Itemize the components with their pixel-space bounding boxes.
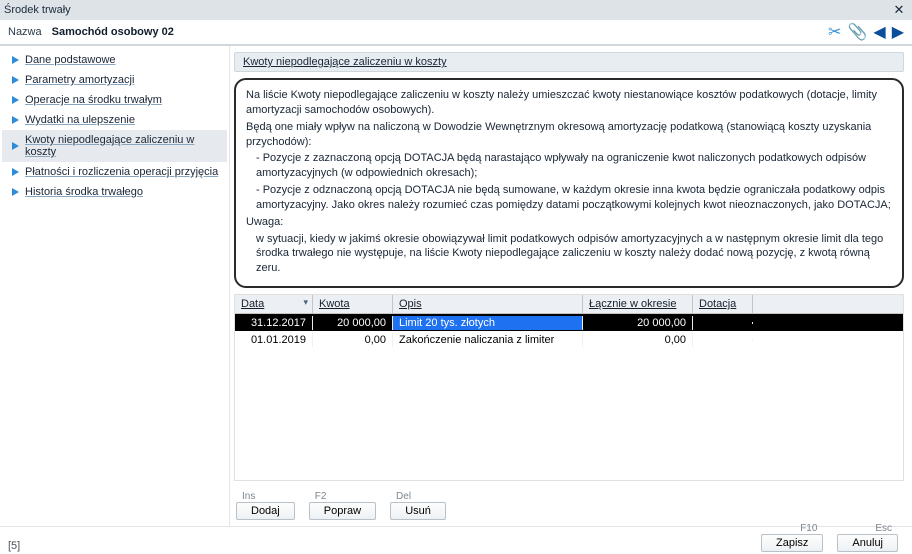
shortcut-esc: Esc: [837, 523, 898, 534]
help-p3: w sytuacji, kiedy w jakimś okresie obowi…: [246, 232, 892, 277]
col-dotacja[interactable]: Dotacja: [693, 295, 753, 313]
sidebar-item-label: Płatności i rozliczenia operacji przyjęc…: [25, 166, 218, 178]
help-b1: - Pozycje z zaznaczoną opcją DOTACJA będ…: [246, 151, 892, 181]
sidebar-item-label: Dane podstawowe: [25, 54, 116, 66]
sidebar-item-historia[interactable]: Historia środka trwałego: [2, 182, 227, 202]
footer: [5] F10 Zapisz Esc Anuluj: [0, 526, 912, 554]
sidebar-item-label: Parametry amortyzacji: [25, 74, 134, 86]
cell-lacznie: 0,00: [583, 333, 693, 347]
shortcut-del: Del: [390, 491, 411, 502]
window-title: Środek trwały: [4, 4, 71, 16]
prev-icon[interactable]: ◀: [873, 22, 885, 42]
sidebar: Dane podstawowe Parametry amortyzacji Op…: [0, 46, 230, 526]
help-box: Na liście Kwoty niepodlegające zaliczeni…: [234, 78, 904, 288]
shortcut-f2: F2: [309, 491, 327, 502]
scissors-icon[interactable]: ✂: [828, 22, 841, 42]
help-p1: Na liście Kwoty niepodlegające zaliczeni…: [246, 88, 892, 118]
cell-opis: Zakończenie naliczania z limiter: [393, 333, 583, 347]
panel-title: Kwoty niepodlegające zaliczeniu w koszty: [234, 52, 904, 72]
save-button[interactable]: Zapisz: [761, 534, 823, 552]
titlebar: Środek trwały ✕: [0, 0, 912, 20]
name-value: Samochód osobowy 02: [52, 26, 174, 38]
delete-button[interactable]: Usuń: [390, 502, 446, 520]
sidebar-item-parametry-amortyzacji[interactable]: Parametry amortyzacji: [2, 70, 227, 90]
chevron-icon: [12, 56, 19, 64]
col-kwota[interactable]: Kwota: [313, 295, 393, 313]
cell-dotacja: [693, 322, 753, 324]
chevron-icon: [12, 188, 19, 196]
help-uwaga: Uwaga:: [246, 215, 892, 230]
col-data[interactable]: Data: [235, 295, 313, 313]
chevron-icon: [12, 142, 19, 150]
cell-data: 01.01.2019: [235, 333, 313, 347]
name-label: Nazwa: [8, 26, 42, 38]
cancel-button[interactable]: Anuluj: [837, 534, 898, 552]
cell-dotacja: [693, 339, 753, 341]
sidebar-item-label: Wydatki na ulepszenie: [25, 114, 135, 126]
chevron-icon: [12, 96, 19, 104]
shortcut-f10: F10: [761, 523, 823, 534]
edit-button[interactable]: Popraw: [309, 502, 376, 520]
sidebar-item-platnosci[interactable]: Płatności i rozliczenia operacji przyjęc…: [2, 162, 227, 182]
grid-actions: Ins Dodaj F2 Popraw Del Usuń: [234, 487, 904, 522]
main-panel: Kwoty niepodlegające zaliczeniu w koszty…: [230, 46, 912, 526]
paperclip-icon[interactable]: 📎: [847, 22, 867, 42]
close-icon[interactable]: ✕: [890, 1, 908, 19]
footer-counter: [5]: [8, 540, 20, 552]
cell-data: 31.12.2017: [235, 316, 313, 330]
sidebar-item-label: Kwoty niepodlegające zaliczeniu w koszty: [25, 134, 221, 158]
table-row[interactable]: 31.12.2017 20 000,00 Limit 20 tys. złoty…: [235, 314, 903, 331]
sidebar-item-kwoty[interactable]: Kwoty niepodlegające zaliczeniu w koszty: [2, 130, 227, 162]
cell-kwota: 0,00: [313, 333, 393, 347]
cell-lacznie: 20 000,00: [583, 316, 693, 330]
chevron-icon: [12, 168, 19, 176]
chevron-icon: [12, 76, 19, 84]
shortcut-ins: Ins: [236, 491, 255, 502]
sidebar-item-operacje[interactable]: Operacje na środku trwałym: [2, 90, 227, 110]
help-b2: - Pozycje z odznaczoną opcją DOTACJA nie…: [246, 183, 892, 213]
col-opis[interactable]: Opis: [393, 295, 583, 313]
sidebar-item-wydatki[interactable]: Wydatki na ulepszenie: [2, 110, 227, 130]
sidebar-item-label: Operacje na środku trwałym: [25, 94, 162, 106]
help-p2: Będą one miały wpływ na naliczoną w Dowo…: [246, 120, 892, 150]
table-row[interactable]: 01.01.2019 0,00 Zakończenie naliczania z…: [235, 331, 903, 348]
add-button[interactable]: Dodaj: [236, 502, 295, 520]
col-lacznie[interactable]: Łącznie w okresie: [583, 295, 693, 313]
sidebar-item-label: Historia środka trwałego: [25, 186, 143, 198]
cell-kwota: 20 000,00: [313, 316, 393, 330]
header-row: Nazwa Samochód osobowy 02 ✂ 📎 ◀ ▶: [0, 20, 912, 46]
grid-header: Data Kwota Opis Łącznie w okresie Dotacj…: [235, 295, 903, 314]
grid: Data Kwota Opis Łącznie w okresie Dotacj…: [234, 294, 904, 481]
next-icon[interactable]: ▶: [892, 22, 904, 42]
sidebar-item-dane-podstawowe[interactable]: Dane podstawowe: [2, 50, 227, 70]
grid-body: 31.12.2017 20 000,00 Limit 20 tys. złoty…: [235, 314, 903, 348]
chevron-icon: [12, 116, 19, 124]
cell-opis: Limit 20 tys. złotych: [393, 316, 583, 330]
